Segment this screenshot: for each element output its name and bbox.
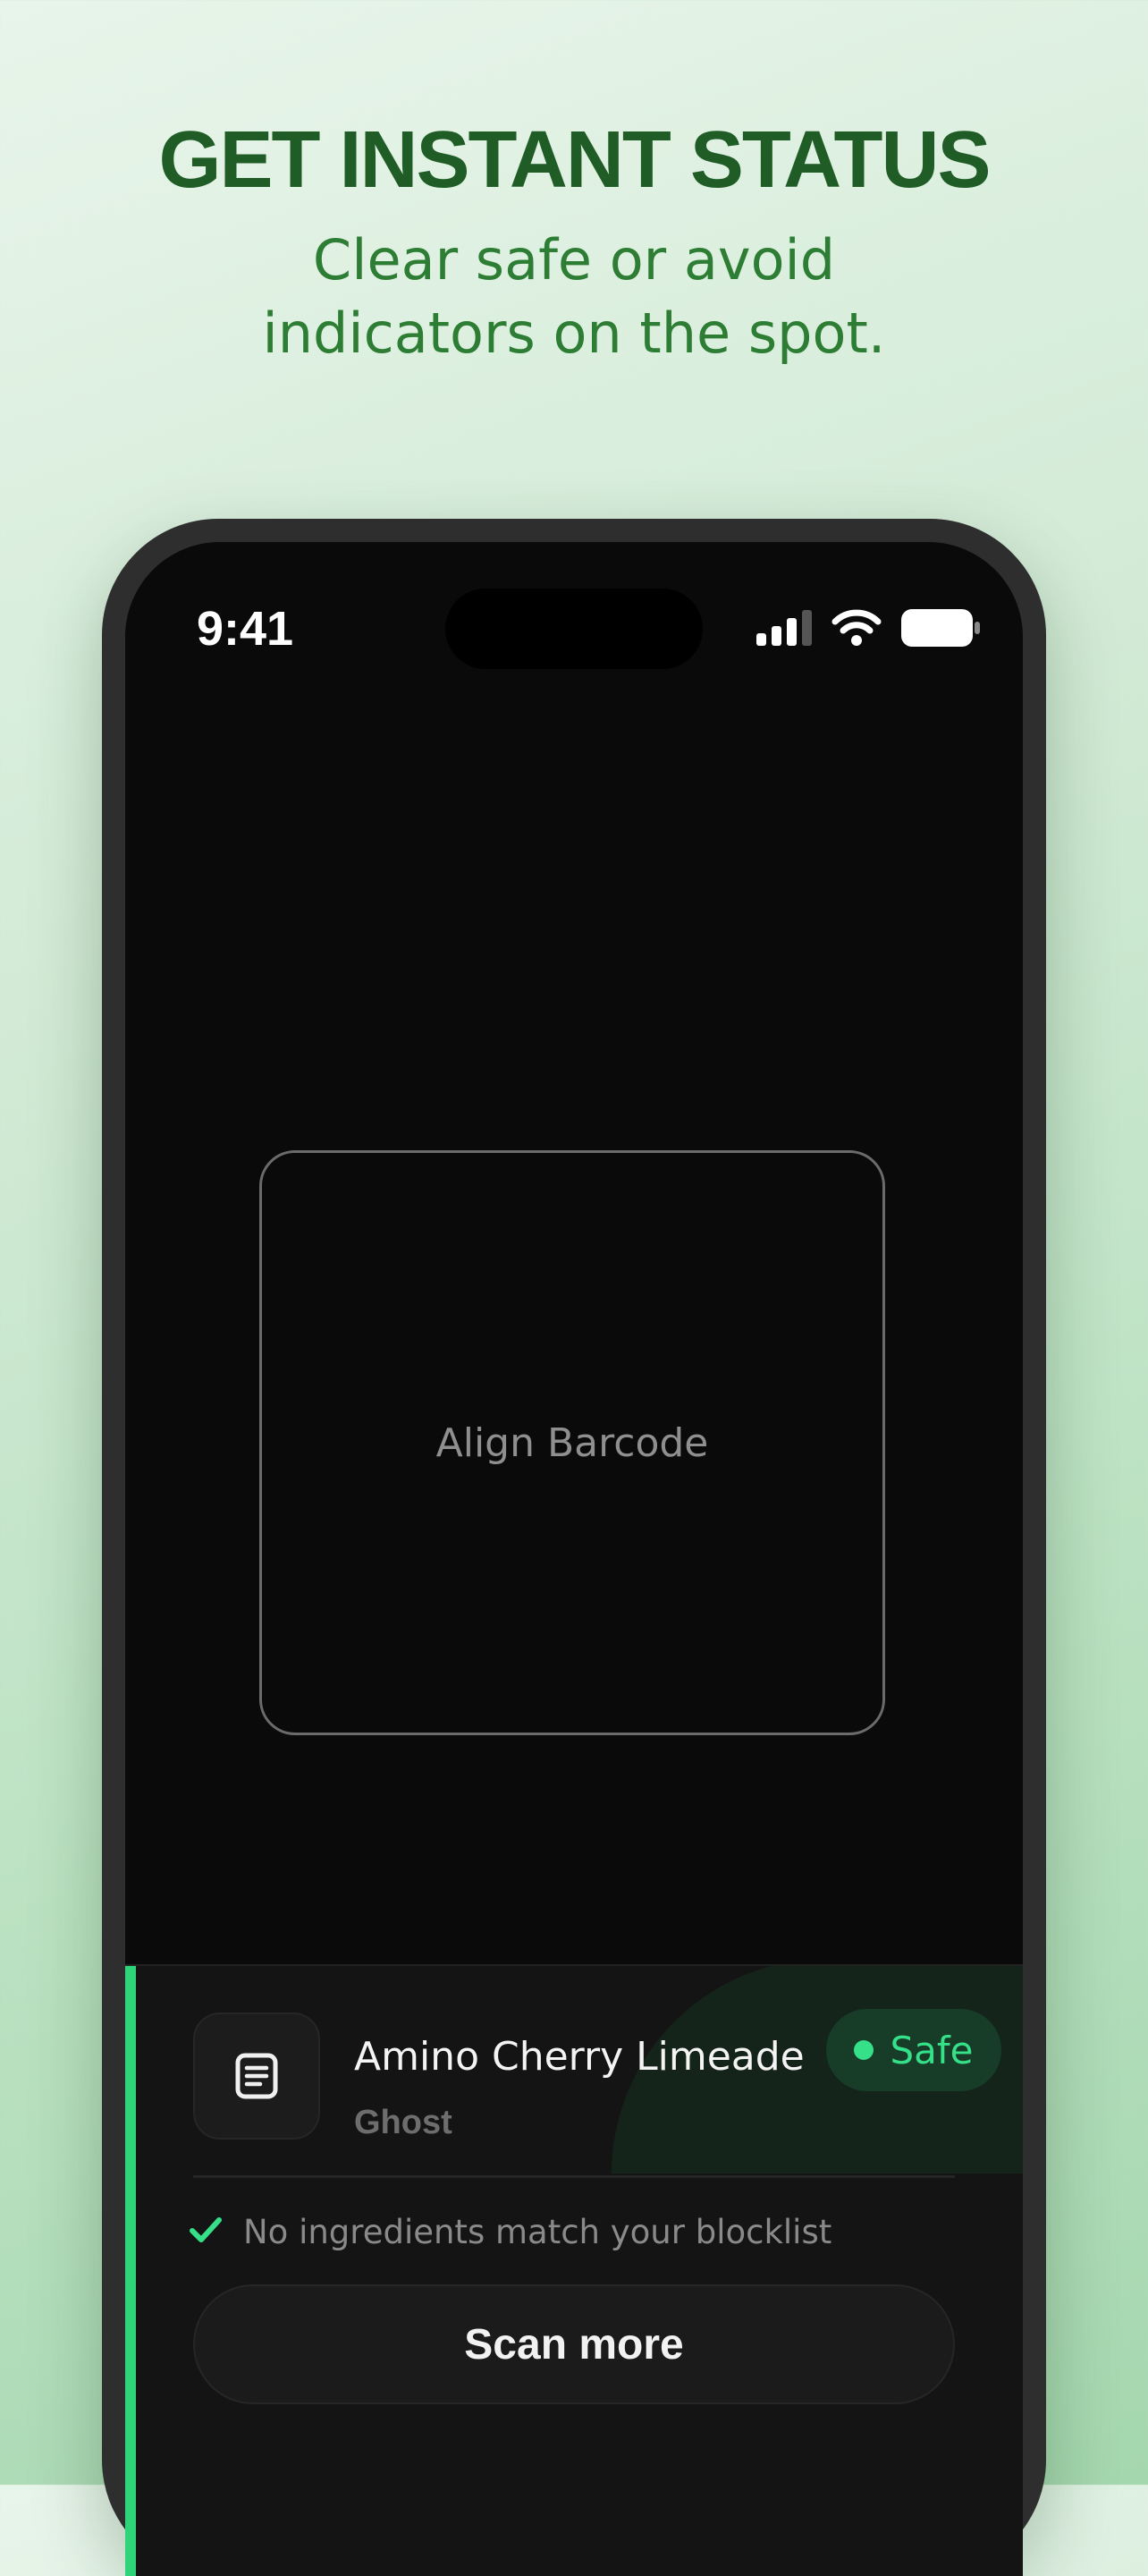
status-bar: 9:41 [125,542,1023,685]
scan-more-button[interactable]: Scan more [193,2284,955,2404]
wifi-icon [831,609,882,651]
promo-subheadline-line-1: Clear safe or avoid [312,227,836,292]
safe-status-badge: Safe [826,2009,1001,2091]
barcode-scan-frame[interactable]: Align Barcode [259,1150,885,1735]
phone-screen: 9:41 Align Barcode Amino Cherry Limeade … [125,542,1023,2576]
scan-result-sheet: Amino Cherry Limeade Ghost Safe No ingre… [125,1964,1023,2576]
document-icon [193,2012,320,2140]
divider [193,2175,955,2178]
blocklist-match-text: No ingredients match your blocklist [243,2213,832,2251]
blocklist-match-row: No ingredients match your blocklist [190,2213,831,2251]
promo-subheadline: Clear safe or avoid indicators on the sp… [0,224,1148,370]
checkmark-icon [190,2216,222,2248]
promo-headline: GET INSTANT STATUS [158,115,992,205]
battery-icon [901,608,980,651]
status-label: Safe [890,2028,974,2072]
cellular-signal-icon [756,609,812,650]
scan-frame-label: Align Barcode [435,1419,709,1466]
dynamic-island [445,589,703,669]
product-name: Amino Cherry Limeade [354,2034,805,2080]
promo-subheadline-line-2: indicators on the spot. [262,301,886,366]
status-dot-icon [854,2040,874,2060]
product-brand: Ghost [354,2104,452,2141]
status-icons [756,608,980,651]
phone-frame: 9:41 Align Barcode Amino Cherry Limeade … [102,519,1046,2576]
status-time: 9:41 [197,602,294,656]
